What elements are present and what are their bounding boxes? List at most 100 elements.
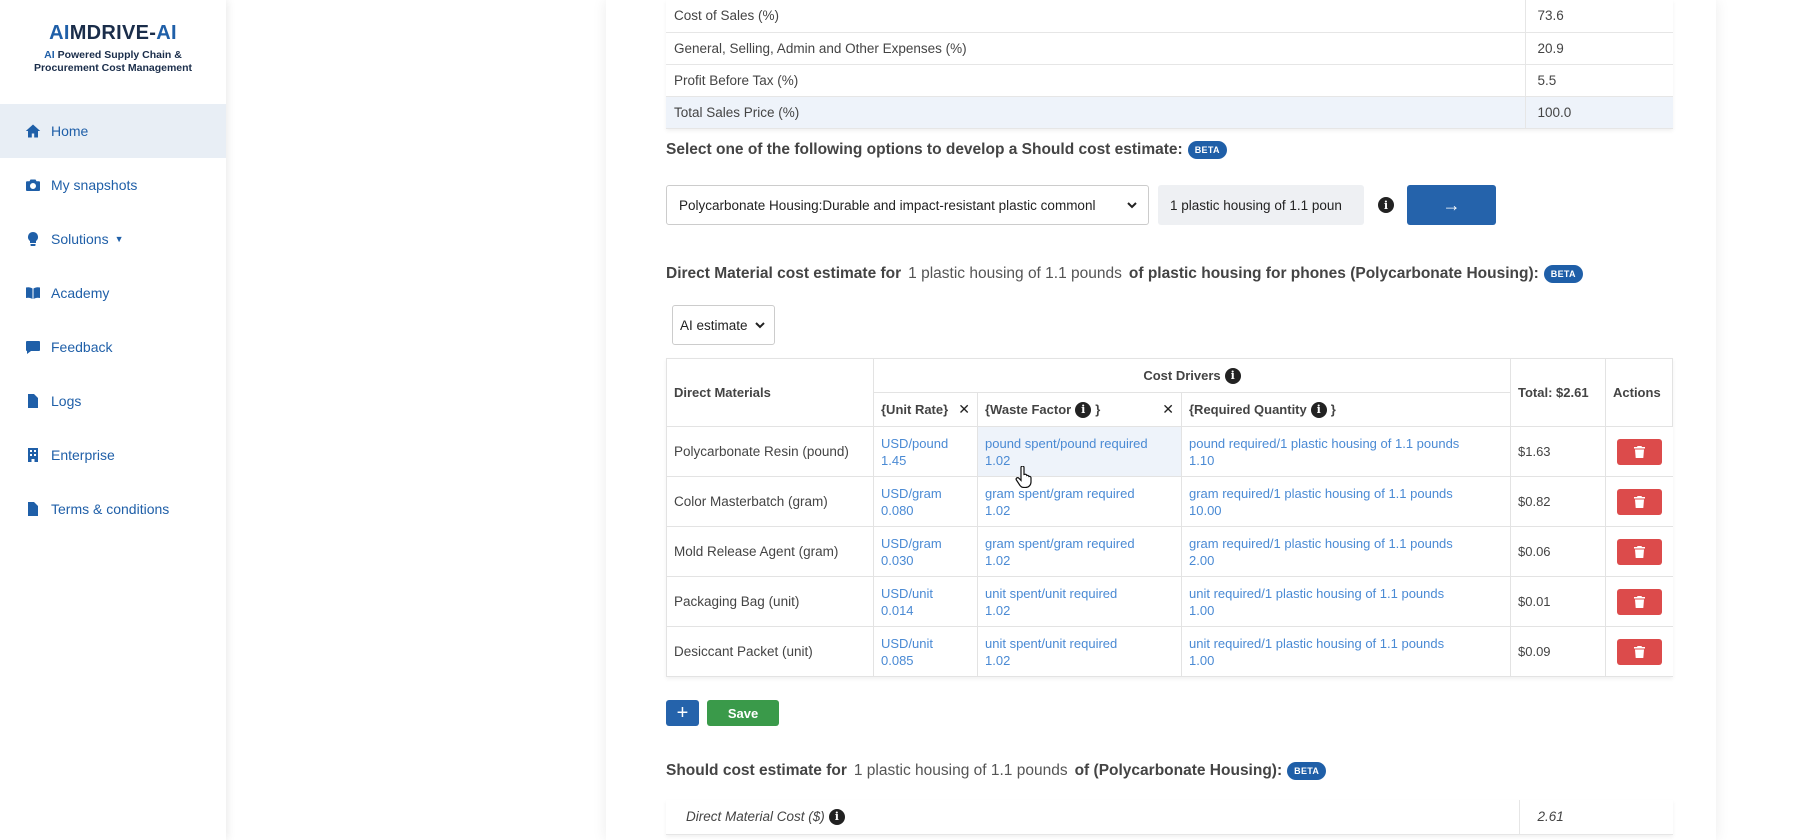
- direct-materials-table: Direct Materials Cost Drivers i Total: $…: [666, 358, 1673, 677]
- trash-icon: [1633, 545, 1645, 558]
- brand-subtitle: AI Powered Supply Chain & Procurement Cos…: [33, 49, 193, 74]
- delete-button[interactable]: [1616, 438, 1662, 465]
- sidebar-item-my-snapshots[interactable]: My snapshots: [0, 158, 226, 212]
- lightbulb-icon: [24, 230, 42, 248]
- sidebar-item-academy[interactable]: Academy: [0, 266, 226, 320]
- material-name: Packaging Bag (unit): [666, 576, 874, 627]
- row-total: $0.82: [1510, 476, 1606, 527]
- row-value: 2.61: [1518, 800, 1673, 835]
- delete-button[interactable]: [1616, 538, 1662, 565]
- row-value: 73.6: [1524, 0, 1673, 33]
- file-icon: [24, 392, 42, 410]
- hand-pointer-icon: [1015, 466, 1032, 488]
- table-row: General, Selling, Admin and Other Expens…: [666, 32, 1673, 65]
- sidebar-item-label: My snapshots: [51, 177, 138, 193]
- required-quantity-cell[interactable]: unit required/1 plastic housing of 1.1 p…: [1181, 576, 1511, 627]
- quantity-input[interactable]: 1 plastic housing of 1.1 poun: [1158, 185, 1364, 225]
- waste-factor-cell[interactable]: unit spent/unit required 1.02: [977, 626, 1182, 677]
- col-required-quantity: {Required Quantity i}: [1181, 392, 1511, 427]
- table-row: Cost of Sales (%) 73.6: [666, 0, 1673, 33]
- camera-icon: [24, 176, 42, 194]
- close-icon[interactable]: ✕: [958, 401, 970, 418]
- sidebar-item-terms[interactable]: Terms & conditions: [0, 482, 226, 536]
- unit-rate-cell[interactable]: USD/pound 1.45: [873, 426, 978, 477]
- delete-button[interactable]: [1616, 488, 1662, 515]
- actions-cell: [1605, 476, 1673, 527]
- actions-cell: [1605, 426, 1673, 477]
- sidebar-item-home[interactable]: Home: [0, 104, 226, 158]
- sidebar-nav: Home My snapshots Solutions ▼ Academy Fe…: [0, 104, 226, 536]
- trash-icon: [1633, 445, 1645, 458]
- sidebar-item-label: Enterprise: [51, 447, 115, 463]
- row-label: General, Selling, Admin and Other Expens…: [666, 32, 1525, 65]
- sidebar-item-enterprise[interactable]: Enterprise: [0, 428, 226, 482]
- sidebar-item-label: Academy: [51, 285, 110, 301]
- info-icon[interactable]: i: [1075, 401, 1092, 418]
- material-name: Color Masterbatch (gram): [666, 476, 874, 527]
- estimate-type-select[interactable]: AI estimate: [672, 305, 775, 345]
- sidebar-item-feedback[interactable]: Feedback: [0, 320, 226, 374]
- sidebar-item-label: Solutions: [51, 231, 109, 247]
- beta-badge: BETA: [1543, 265, 1583, 283]
- actions-cell: [1605, 576, 1673, 627]
- sidebar: AIMDRIVE-AI AI Powered Supply Chain & Pro…: [0, 0, 226, 840]
- waste-factor-cell[interactable]: gram spent/gram required 1.02: [977, 476, 1182, 527]
- brand-logo[interactable]: AIMDRIVE-AI AI Powered Supply Chain & Pro…: [0, 0, 226, 104]
- table-row: Profit Before Tax (%) 5.5: [666, 64, 1673, 97]
- caret-down-icon: ▼: [114, 234, 124, 244]
- table-row: Desiccant Packet (unit) USD/unit 0.085 un…: [666, 626, 1673, 677]
- col-total: Total: $2.61: [1510, 358, 1606, 427]
- sidebar-item-logs[interactable]: Logs: [0, 374, 226, 428]
- required-quantity-cell[interactable]: pound required/1 plastic housing of 1.1 …: [1181, 426, 1511, 477]
- go-button[interactable]: →: [1407, 185, 1496, 225]
- should-cost-heading: Should cost estimate for 1 plastic housi…: [666, 762, 1327, 780]
- table-row-total: Total Sales Price (%) 100.0: [666, 96, 1673, 129]
- chevron-down-icon: [1127, 202, 1137, 209]
- add-row-button[interactable]: +: [666, 700, 699, 726]
- row-total: $0.06: [1510, 526, 1606, 577]
- table-row: Polycarbonate Resin (pound) USD/pound 1.4…: [666, 426, 1673, 477]
- delete-button[interactable]: [1616, 638, 1662, 665]
- waste-factor-cell[interactable]: gram spent/gram required 1.02: [977, 526, 1182, 577]
- info-icon[interactable]: i: [1224, 367, 1241, 384]
- required-quantity-cell[interactable]: gram required/1 plastic housing of 1.1 p…: [1181, 526, 1511, 577]
- options-selector-row: Polycarbonate Housing:Durable and impact…: [666, 185, 1496, 225]
- material-name: Desiccant Packet (unit): [666, 626, 874, 677]
- save-button[interactable]: Save: [707, 700, 779, 726]
- required-quantity-cell[interactable]: gram required/1 plastic housing of 1.1 p…: [1181, 476, 1511, 527]
- main-panel: Cost of Sales (%) 73.6 General, Selling, …: [606, 0, 1716, 840]
- book-icon: [24, 284, 42, 302]
- waste-factor-cell[interactable]: unit spent/unit required 1.02: [977, 576, 1182, 627]
- sidebar-item-label: Home: [51, 123, 89, 139]
- unit-rate-cell[interactable]: USD/gram 0.080: [873, 476, 978, 527]
- table-header-row: Direct Materials Cost Drivers i Total: $…: [666, 358, 1673, 427]
- unit-rate-cell[interactable]: USD/unit 0.085: [873, 626, 978, 677]
- sidebar-item-label: Logs: [51, 393, 82, 409]
- info-icon[interactable]: i: [1378, 197, 1394, 213]
- sidebar-item-solutions[interactable]: Solutions ▼: [0, 212, 226, 266]
- col-actions: Actions: [1605, 358, 1673, 427]
- table-row: Mold Release Agent (gram) USD/gram 0.030 …: [666, 526, 1673, 577]
- beta-badge: BETA: [1187, 141, 1227, 159]
- chevron-down-icon: [755, 322, 765, 329]
- required-quantity-cell[interactable]: unit required/1 plastic housing of 1.1 p…: [1181, 626, 1511, 677]
- unit-rate-cell[interactable]: USD/gram 0.030: [873, 526, 978, 577]
- col-unit-rate: {Unit Rate} ✕: [873, 392, 978, 427]
- info-icon[interactable]: i: [828, 808, 845, 825]
- close-icon[interactable]: ✕: [1162, 401, 1174, 418]
- waste-factor-cell[interactable]: pound spent/pound required 1.02: [977, 426, 1182, 477]
- trash-icon: [1633, 645, 1645, 658]
- main-content: Cost of Sales (%) 73.6 General, Selling, …: [666, 0, 1673, 835]
- table-row: Packaging Bag (unit) USD/unit 0.014 unit …: [666, 576, 1673, 627]
- info-icon[interactable]: i: [1310, 401, 1327, 418]
- sidebar-item-label: Feedback: [51, 339, 113, 355]
- product-option-select[interactable]: Polycarbonate Housing:Durable and impact…: [666, 185, 1149, 225]
- material-name: Polycarbonate Resin (pound): [666, 426, 874, 477]
- beta-badge: BETA: [1287, 762, 1327, 780]
- table-actions-row: + Save: [666, 700, 779, 726]
- trash-icon: [1633, 495, 1645, 508]
- col-cost-drivers: Cost Drivers i: [873, 358, 1511, 393]
- delete-button[interactable]: [1616, 588, 1662, 615]
- unit-rate-cell[interactable]: USD/unit 0.014: [873, 576, 978, 627]
- material-name: Mold Release Agent (gram): [666, 526, 874, 577]
